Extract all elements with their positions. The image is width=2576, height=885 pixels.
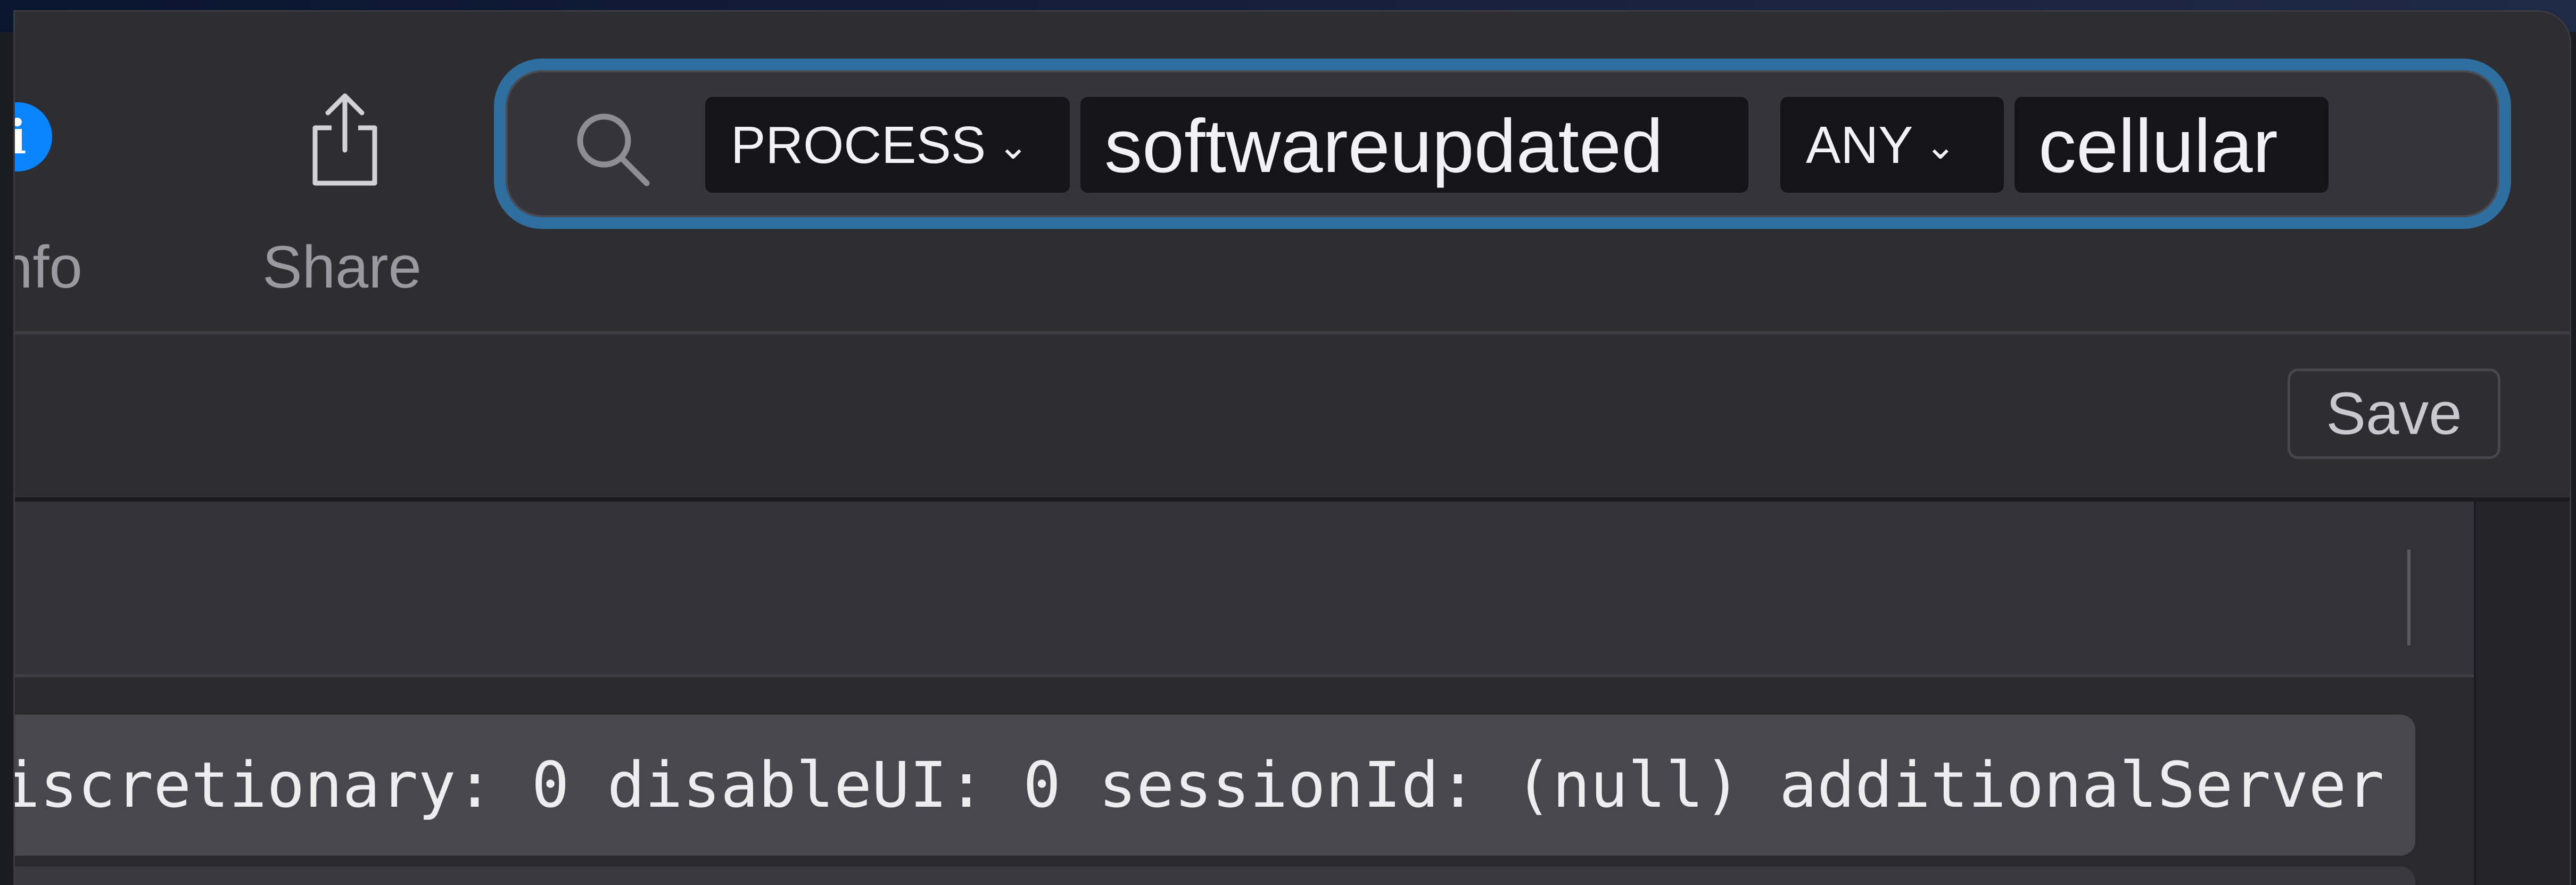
filter-type-process-token[interactable]: PROCESS ⌄ xyxy=(705,97,1070,193)
table-row[interactable]: discretionary: 0 disableUI: 0 sessionId:… xyxy=(15,715,2415,856)
search-field[interactable]: PROCESS ⌄ softwareupdated ANY ⌄ cellular xyxy=(494,59,2511,229)
scrollbar-track[interactable] xyxy=(2474,502,2570,885)
share-icon xyxy=(312,93,377,186)
log-content-area: discretionary: 0 disableUI: 0 sessionId:… xyxy=(15,502,2570,885)
toolbar: i Info Share PROCESS ⌄ softwareupdated AN… xyxy=(15,12,2570,502)
chevron-down-icon: ⌄ xyxy=(997,125,1029,167)
table-row[interactable] xyxy=(15,866,2415,885)
info-button[interactable]: i Info xyxy=(15,92,84,315)
share-button[interactable]: Share xyxy=(244,92,446,315)
log-message: discretionary: 0 disableUI: 0 sessionId:… xyxy=(15,748,2384,822)
share-label: Share xyxy=(262,234,422,300)
search-icon xyxy=(577,113,650,186)
info-icon: i xyxy=(15,102,52,171)
table-column-header[interactable] xyxy=(15,502,2474,677)
toolbar-border xyxy=(15,497,2570,502)
filter-type-label: ANY xyxy=(1806,116,1913,174)
save-button[interactable]: Save xyxy=(2288,368,2500,459)
toolbar-divider xyxy=(15,331,2570,334)
chevron-down-icon: ⌄ xyxy=(1925,125,1956,167)
console-window: i Info Share PROCESS ⌄ softwareupdated AN… xyxy=(15,12,2570,885)
filter-type-any-token[interactable]: ANY ⌄ xyxy=(1780,97,2004,193)
filter-value-token[interactable]: softwareupdated xyxy=(1080,97,1748,193)
info-label: Info xyxy=(15,234,82,300)
filter-type-label: PROCESS xyxy=(731,116,986,174)
column-resize-handle[interactable] xyxy=(2407,550,2410,645)
filter-value-token[interactable]: cellular xyxy=(2014,97,2329,193)
